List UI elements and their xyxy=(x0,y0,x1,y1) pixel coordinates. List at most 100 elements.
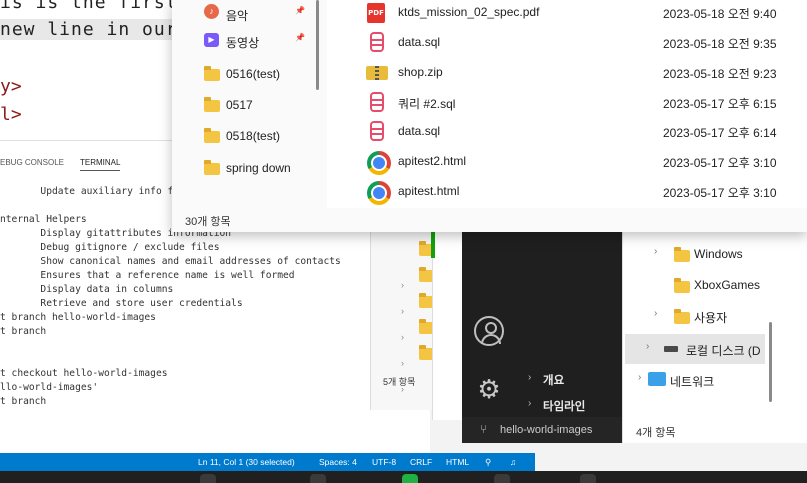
line-ending[interactable]: CRLF xyxy=(410,457,432,467)
indent-setting[interactable]: Spaces: 4 xyxy=(319,457,357,467)
taskbar-app-icon[interactable] xyxy=(494,474,510,483)
taskbar-app-icon[interactable] xyxy=(200,474,216,483)
music-icon: ♪ xyxy=(204,4,219,19)
item-count: 30개 항목 xyxy=(185,216,231,228)
file-explorer-window: ♪ 음악 📌 ▶ 동영상 📌 0516(test) 0517 0518(test) spring … xyxy=(172,0,807,232)
file-row[interactable]: data.sql 2023-05-18 오전 9:35 xyxy=(357,29,807,59)
file-name: shop.zip xyxy=(398,65,443,79)
folder-icon xyxy=(674,309,690,324)
nav-item[interactable]: ♪ 음악 📌 xyxy=(172,0,312,30)
nav-item[interactable]: 0516(test) xyxy=(172,60,312,90)
encoding[interactable]: UTF-8 xyxy=(372,457,396,467)
editor-line-3: y> xyxy=(0,76,22,97)
file-modified-date: 2023-05-17 오후 6:14 xyxy=(663,126,777,140)
file-modified-date: 2023-05-17 오후 3:10 xyxy=(663,186,777,200)
tree-item-label: 네트워크 xyxy=(670,375,715,389)
terminal-line: llo-world-images' xyxy=(0,382,99,393)
file-name: 쿼리 #2.sql xyxy=(398,97,456,111)
code-editor[interactable]: is is the first new line in our y> l> xyxy=(0,0,175,140)
nav-item[interactable]: 0518(test) xyxy=(172,122,312,152)
status-bar: Ln 11, Col 1 (30 selected) Spaces: 4 UTF… xyxy=(0,453,535,471)
account-icon[interactable] xyxy=(474,316,504,346)
tree-item[interactable]: › Windows xyxy=(630,240,800,268)
folder-icon xyxy=(204,128,220,143)
terminal-line: Show canonical names and email addresses… xyxy=(0,256,341,267)
file-modified-date: 2023-05-18 오전 9:40 xyxy=(663,7,777,21)
gear-icon[interactable]: ⚙ xyxy=(474,374,504,404)
folder-icon xyxy=(674,247,690,262)
tab-debug-console[interactable]: EBUG CONSOLE xyxy=(0,158,64,167)
chrome-icon xyxy=(367,151,391,175)
background-window-2 xyxy=(431,232,462,420)
cursor-position[interactable]: Ln 11, Col 1 (30 selected) xyxy=(198,457,295,467)
nav-item-label: 음악 xyxy=(226,9,249,23)
taskbar-app-icon[interactable] xyxy=(310,474,326,483)
sql-icon xyxy=(370,32,384,52)
language-mode[interactable]: HTML xyxy=(446,457,469,467)
back-window-chevrons: › › › › › xyxy=(401,280,404,394)
pin-icon: 📌 xyxy=(295,6,305,15)
file-modified-date: 2023-05-18 오전 9:23 xyxy=(663,67,777,81)
timeline-item[interactable]: 타임라인 xyxy=(543,398,585,414)
file-modified-date: 2023-05-18 오전 9:35 xyxy=(663,37,777,51)
file-name: apitest2.html xyxy=(398,154,467,168)
file-modified-date: 2023-05-17 오후 6:15 xyxy=(663,97,777,111)
taskbar-app-icon[interactable] xyxy=(402,474,418,483)
chevron-right-icon[interactable]: › xyxy=(528,398,531,409)
branch-icon: ⑂ xyxy=(480,422,488,436)
zip-icon xyxy=(366,66,388,80)
nav-scrollbar[interactable] xyxy=(316,0,319,90)
nav-item-label: 동영상 xyxy=(226,36,260,50)
file-row[interactable]: data.sql 2023-05-17 오후 6:14 xyxy=(357,118,807,148)
chevron-right-icon[interactable]: › xyxy=(646,341,649,352)
tree-item-label: 로컬 디스크 (D xyxy=(686,344,761,358)
nav-item[interactable]: spring down xyxy=(172,154,312,184)
file-name: data.sql xyxy=(398,124,441,138)
file-name: apitest.html xyxy=(398,184,460,198)
chevron-right-icon[interactable]: › xyxy=(528,372,531,383)
tree-item[interactable]: › 로컬 디스크 (D xyxy=(622,335,792,363)
video-icon: ▶ xyxy=(204,33,219,47)
overview-item[interactable]: 개요 xyxy=(543,372,564,388)
editor-line-4: l> xyxy=(0,104,22,125)
chevron-right-icon[interactable]: › xyxy=(654,246,657,257)
terminal-line: Ensures that a reference name is well fo… xyxy=(0,270,295,281)
branch-bar[interactable]: ⑂ hello-world-images xyxy=(462,417,622,443)
feedback-icon[interactable]: ⚲ xyxy=(485,457,491,468)
bell-icon[interactable]: ♫ xyxy=(510,457,516,467)
tree-item[interactable]: XboxGames xyxy=(630,271,800,299)
chevron-right-icon[interactable]: › xyxy=(638,372,641,383)
terminal-line: Retrieve and store user credentials xyxy=(0,298,243,309)
nav-item[interactable]: 0517 xyxy=(172,91,312,121)
folder-icon xyxy=(204,160,220,175)
file-row[interactable]: apitest2.html 2023-05-17 오후 3:10 xyxy=(357,148,807,178)
file-row[interactable]: apitest.html 2023-05-17 오후 3:10 xyxy=(357,178,807,208)
editor-line-2: new line in our xyxy=(0,19,175,40)
tree-item-label: 사용자 xyxy=(694,311,728,325)
tree-item[interactable]: › 네트워크 xyxy=(614,366,784,394)
nav-item[interactable]: ▶ 동영상 📌 xyxy=(172,27,312,57)
file-row[interactable]: PDF ktds_mission_02_spec.pdf 2023-05-18 오전… xyxy=(357,0,807,29)
folder-icon xyxy=(204,97,220,112)
editor-line-1: is is the first xyxy=(0,0,175,13)
terminal-line: t branch xyxy=(0,326,47,337)
nav-item-label: 0517 xyxy=(226,98,253,112)
back-window-item-count: 5개 항목 xyxy=(383,377,416,387)
drive-icon xyxy=(664,346,678,352)
file-row[interactable]: shop.zip 2023-05-18 오전 9:23 xyxy=(357,59,807,89)
tab-terminal[interactable]: TERMINAL xyxy=(80,158,121,171)
status-footer: 30개 항목 xyxy=(172,208,807,232)
tree-item-label: XboxGames xyxy=(694,278,761,292)
terminal-line: Debug gitignore / exclude files xyxy=(0,242,220,253)
tree-item[interactable]: › 사용자 xyxy=(630,302,800,330)
file-row[interactable]: 쿼리 #2.sql 2023-05-17 오후 6:15 xyxy=(357,89,807,119)
folder-icon xyxy=(204,66,220,81)
taskbar xyxy=(0,471,807,483)
desktop: is is the first new line in our y> l> EB… xyxy=(0,0,807,483)
chevron-right-icon[interactable]: › xyxy=(654,308,657,319)
file-name: data.sql xyxy=(398,35,441,49)
taskbar-app-icon[interactable] xyxy=(580,474,596,483)
nav-item-label: 0516(test) xyxy=(226,67,281,81)
sql-icon xyxy=(370,92,384,112)
